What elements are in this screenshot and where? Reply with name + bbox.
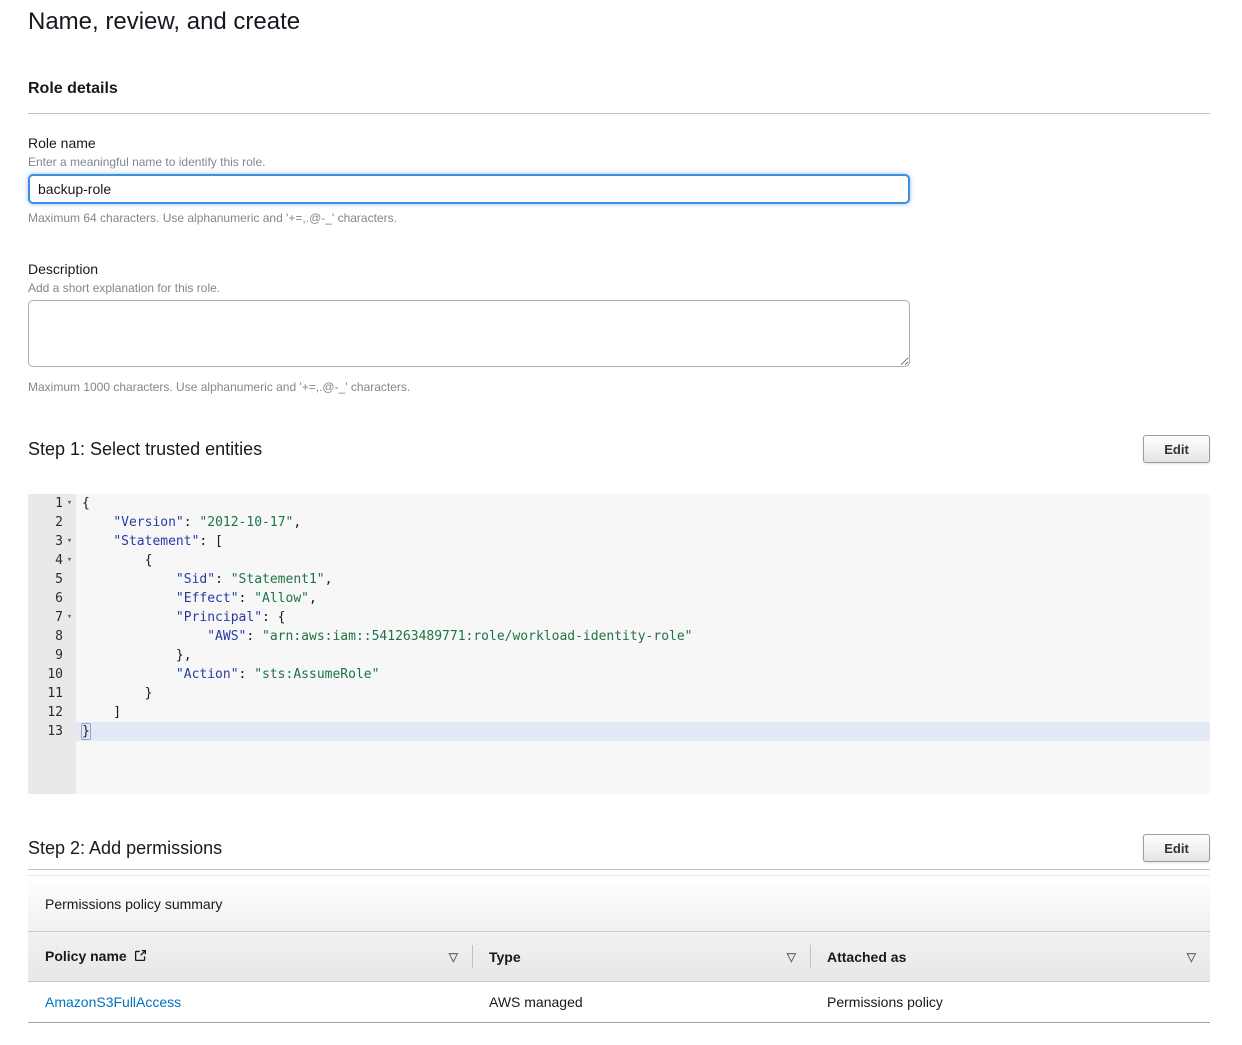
line-number: 7▾ [28, 608, 76, 627]
code-line: 13} [28, 722, 1210, 741]
code-line: 9 }, [28, 646, 1210, 665]
code-line: 3▾ "Statement": [ [28, 532, 1210, 551]
line-number: 2 [28, 513, 76, 532]
fold-arrow-icon[interactable]: ▾ [63, 532, 76, 551]
fold-arrow-spacer [63, 513, 76, 532]
description-textarea[interactable] [28, 300, 910, 367]
permissions-table: Policy name ▽ Type ▽ Attached as ▽ Amazo… [28, 932, 1210, 1023]
code-line: 5 "Sid": "Statement1", [28, 570, 1210, 589]
name-review-create-page: Name, review, and create Role details Ro… [28, 8, 1210, 1023]
fold-arrow-spacer [63, 646, 76, 665]
line-number: 5 [28, 570, 76, 589]
permissions-table-header: Policy name ▽ Type ▽ Attached as ▽ [28, 932, 1210, 982]
line-number: 13 [28, 722, 76, 741]
line-number: 10 [28, 665, 76, 684]
code-line: 11 } [28, 684, 1210, 703]
step2-divider [28, 869, 1210, 870]
role-name-constraint: Maximum 64 characters. Use alphanumeric … [28, 211, 1210, 225]
section-divider [28, 113, 1210, 114]
editor-lines: 1▾{2 "Version": "2012-10-17",3▾ "Stateme… [28, 494, 1210, 741]
attached-as-column-label: Attached as [827, 949, 906, 965]
code-line: 7▾ "Principal": { [28, 608, 1210, 627]
code-line: 4▾ { [28, 551, 1210, 570]
code-line: 6 "Effect": "Allow", [28, 589, 1210, 608]
fold-arrow-spacer [63, 722, 76, 741]
description-label: Description [28, 261, 1210, 278]
sort-down-icon: ▽ [787, 950, 796, 964]
column-header-policy-name[interactable]: Policy name ▽ [28, 932, 472, 981]
table-row: AmazonS3FullAccess AWS managedPermissions… [28, 982, 1210, 1023]
policy-name-link[interactable]: AmazonS3FullAccess [45, 994, 181, 1010]
code-line: 1▾{ [28, 494, 1210, 513]
line-number: 6 [28, 589, 76, 608]
fold-arrow-spacer [63, 684, 76, 703]
step2-edit-button[interactable]: Edit [1143, 834, 1210, 862]
role-name-label: Role name [28, 135, 1210, 152]
permissions-table-body: AmazonS3FullAccess AWS managedPermissions… [28, 982, 1210, 1023]
fold-arrow-spacer [63, 570, 76, 589]
sort-down-icon: ▽ [449, 950, 458, 964]
description-constraint: Maximum 1000 characters. Use alphanumeri… [28, 380, 1210, 394]
step2-header: Step 2: Add permissions Edit [28, 834, 1210, 862]
policy-name-cell: AmazonS3FullAccess [28, 982, 472, 1022]
fold-arrow-icon[interactable]: ▾ [63, 551, 76, 570]
role-name-input[interactable] [28, 174, 910, 204]
column-header-type[interactable]: Type ▽ [472, 932, 810, 981]
trust-policy-code-editor[interactable]: 1▾{2 "Version": "2012-10-17",3▾ "Stateme… [28, 494, 1210, 794]
policy-type-cell: AWS managed [472, 982, 810, 1022]
fold-arrow-icon[interactable]: ▾ [63, 608, 76, 627]
step1-edit-button[interactable]: Edit [1143, 435, 1210, 463]
code-line: 2 "Version": "2012-10-17", [28, 513, 1210, 532]
line-number: 9 [28, 646, 76, 665]
fold-arrow-spacer [63, 665, 76, 684]
policy-name-column-label: Policy name [45, 948, 127, 964]
attached-as-cell: Permissions policy [810, 982, 1210, 1022]
line-number: 1▾ [28, 494, 76, 513]
code-line: 8 "AWS": "arn:aws:iam::541263489771:role… [28, 627, 1210, 646]
external-link-icon [134, 949, 147, 965]
code-line: 10 "Action": "sts:AssumeRole" [28, 665, 1210, 684]
fold-arrow-icon[interactable]: ▾ [63, 494, 76, 513]
permissions-summary-panel: Permissions policy summary Policy name ▽… [28, 875, 1210, 1023]
step1-heading: Step 1: Select trusted entities [28, 437, 262, 461]
line-number: 3▾ [28, 532, 76, 551]
line-number: 8 [28, 627, 76, 646]
line-number: 4▾ [28, 551, 76, 570]
line-number: 11 [28, 684, 76, 703]
column-header-attached-as[interactable]: Attached as ▽ [810, 932, 1210, 981]
sort-down-icon: ▽ [1187, 950, 1196, 964]
step1-header: Step 1: Select trusted entities Edit [28, 435, 1210, 463]
fold-arrow-spacer [63, 627, 76, 646]
step2-heading: Step 2: Add permissions [28, 836, 222, 860]
line-number: 12 [28, 703, 76, 722]
role-name-hint: Enter a meaningful name to identify this… [28, 155, 1210, 169]
role-details-heading: Role details [28, 80, 1210, 98]
fold-arrow-spacer [63, 703, 76, 722]
permissions-summary-title: Permissions policy summary [28, 875, 1210, 932]
description-hint: Add a short explanation for this role. [28, 281, 1210, 295]
fold-arrow-spacer [63, 589, 76, 608]
code-line: 12 ] [28, 703, 1210, 722]
type-column-label: Type [489, 949, 521, 965]
page-title: Name, review, and create [28, 8, 1210, 36]
